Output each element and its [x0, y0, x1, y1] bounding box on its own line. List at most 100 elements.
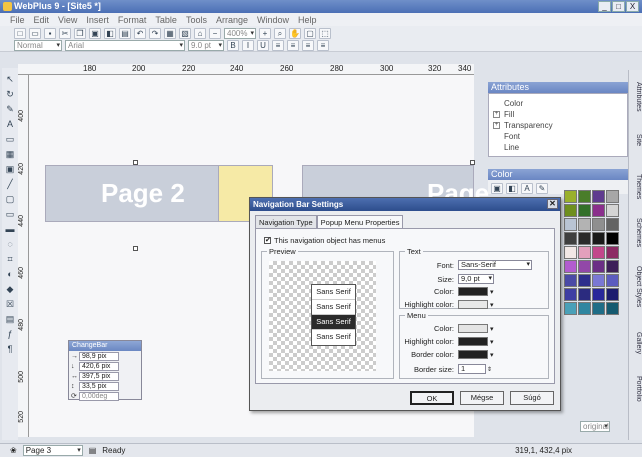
color-swatch[interactable]	[606, 246, 619, 259]
x-position-field[interactable]: 98,9 pix	[79, 351, 119, 361]
copy-icon[interactable]: ❐	[74, 28, 86, 39]
tab-gallery[interactable]: Gallery	[630, 332, 642, 354]
selection-handle[interactable]	[470, 160, 475, 165]
preview-icon[interactable]: ◧	[104, 28, 116, 39]
zoom-combo[interactable]: 400%	[224, 28, 256, 39]
text-highlight-color-button[interactable]	[458, 300, 488, 309]
text-icon[interactable]: A	[4, 119, 16, 130]
attr-item-transparency[interactable]: + Transparency	[493, 120, 627, 131]
menu-window[interactable]: Window	[257, 15, 289, 26]
fill-mode-icon[interactable]: ▣	[491, 183, 503, 194]
size-select[interactable]: 9,0 pt	[458, 274, 494, 284]
color-swatch[interactable]	[592, 246, 605, 259]
script-icon[interactable]: ƒ	[4, 329, 16, 340]
color-swatch[interactable]	[606, 260, 619, 273]
font-combo[interactable]: Arial	[65, 40, 185, 51]
eyedropper-icon[interactable]: ✎	[536, 183, 548, 194]
undo-icon[interactable]: ↶	[134, 28, 146, 39]
spinner-arrows-icon[interactable]: ⇕	[487, 366, 492, 373]
view-mode-combo[interactable]: original	[580, 421, 610, 432]
tab-site[interactable]: Site	[630, 134, 642, 146]
menu-view[interactable]: View	[58, 15, 77, 26]
ok-button[interactable]: OK	[410, 391, 454, 405]
tab-navigation-type[interactable]: Navigation Type	[255, 215, 317, 228]
table-icon[interactable]: ▦	[4, 149, 16, 160]
magnify-icon[interactable]: ⌕	[274, 28, 286, 39]
color-swatch[interactable]	[564, 260, 577, 273]
border-color-button[interactable]	[458, 350, 488, 359]
color-swatch[interactable]	[564, 302, 577, 315]
dropdown-arrow-icon[interactable]: ▾	[490, 325, 494, 333]
home-icon[interactable]: ⌂	[194, 28, 206, 39]
dropdown-arrow-icon[interactable]: ▾	[490, 288, 494, 296]
page-manager-icon[interactable]: ▤	[89, 446, 97, 455]
font-select[interactable]: Sans-Serif	[458, 260, 532, 270]
form-icon[interactable]: ☒	[4, 299, 16, 310]
tab-portfolio[interactable]: Portfolio	[630, 376, 642, 402]
menu-arrange[interactable]: Arrange	[216, 15, 248, 26]
dialog-close-icon[interactable]: ✕	[547, 199, 558, 209]
menu-insert[interactable]: Insert	[86, 15, 109, 26]
expand-icon[interactable]: +	[493, 111, 500, 118]
align-right-icon[interactable]: ≡	[302, 40, 314, 51]
color-swatch[interactable]	[578, 260, 591, 273]
pipette-icon[interactable]: ¶	[4, 344, 16, 355]
minimize-button[interactable]: _	[598, 1, 611, 12]
color-swatch[interactable]	[578, 204, 591, 217]
paste-icon[interactable]: ▣	[89, 28, 101, 39]
color-swatch[interactable]	[564, 190, 577, 203]
attr-item-color[interactable]: Color	[493, 98, 627, 109]
menu-format[interactable]: Format	[118, 15, 147, 26]
italic-icon[interactable]: I	[242, 40, 254, 51]
color-swatch[interactable]	[606, 274, 619, 287]
color-swatch[interactable]	[592, 190, 605, 203]
underline-icon[interactable]: U	[257, 40, 269, 51]
color-swatch[interactable]	[606, 302, 619, 315]
save-icon[interactable]: ▪	[44, 28, 56, 39]
menu-color-button[interactable]	[458, 324, 488, 333]
nav-button-page2[interactable]: Page 2	[45, 165, 220, 222]
color-swatch[interactable]	[606, 232, 619, 245]
line-icon[interactable]: ╱	[4, 179, 16, 190]
publish-icon[interactable]: ▤	[119, 28, 131, 39]
media-icon[interactable]: ▤	[4, 314, 16, 325]
tab-schemes[interactable]: Schemes	[630, 218, 642, 247]
attr-item-line[interactable]: Line	[493, 142, 627, 153]
align-left-icon[interactable]: ≡	[272, 40, 284, 51]
color-swatch[interactable]	[592, 288, 605, 301]
selection-handle[interactable]	[133, 246, 138, 251]
color-swatch[interactable]	[606, 204, 619, 217]
width-field[interactable]: 397,5 pix	[79, 371, 119, 381]
picture-icon[interactable]: ▣	[4, 164, 16, 175]
color-swatch[interactable]	[578, 232, 591, 245]
border-size-spinner[interactable]: 1	[458, 364, 486, 374]
menu-file[interactable]: File	[10, 15, 25, 26]
expand-icon[interactable]: +	[493, 122, 500, 129]
attr-item-fill[interactable]: + Fill	[493, 109, 627, 120]
color-swatch[interactable]	[564, 204, 577, 217]
color-swatch[interactable]	[592, 232, 605, 245]
tab-object-styles[interactable]: Object Styles	[630, 266, 642, 307]
maximize-button[interactable]: □	[612, 1, 625, 12]
pen-icon[interactable]: ✎	[4, 104, 16, 115]
color-swatch[interactable]	[578, 246, 591, 259]
insert-page-icon[interactable]: ▦	[164, 28, 176, 39]
pages-icon[interactable]: ▧	[179, 28, 191, 39]
color-swatch[interactable]	[592, 204, 605, 217]
pointer-icon[interactable]: ↖	[4, 74, 16, 85]
fill-icon[interactable]: ◆	[4, 284, 16, 295]
new-icon[interactable]: □	[14, 28, 26, 39]
text-color-button[interactable]	[458, 287, 488, 296]
fit-width-icon[interactable]: ⬚	[319, 28, 331, 39]
menu-edit[interactable]: Edit	[34, 15, 50, 26]
cut-icon[interactable]: ✂	[59, 28, 71, 39]
color-swatch[interactable]	[564, 246, 577, 259]
redo-icon[interactable]: ↷	[149, 28, 161, 39]
bold-icon[interactable]: B	[227, 40, 239, 51]
cancel-button[interactable]: Mégse	[460, 391, 504, 405]
selection-handle[interactable]	[133, 160, 138, 165]
tab-themes[interactable]: Themes	[630, 174, 642, 199]
color-swatch[interactable]	[606, 218, 619, 231]
layers-icon[interactable]: ❀	[10, 446, 17, 455]
shape-icon[interactable]: ▢	[4, 194, 16, 205]
